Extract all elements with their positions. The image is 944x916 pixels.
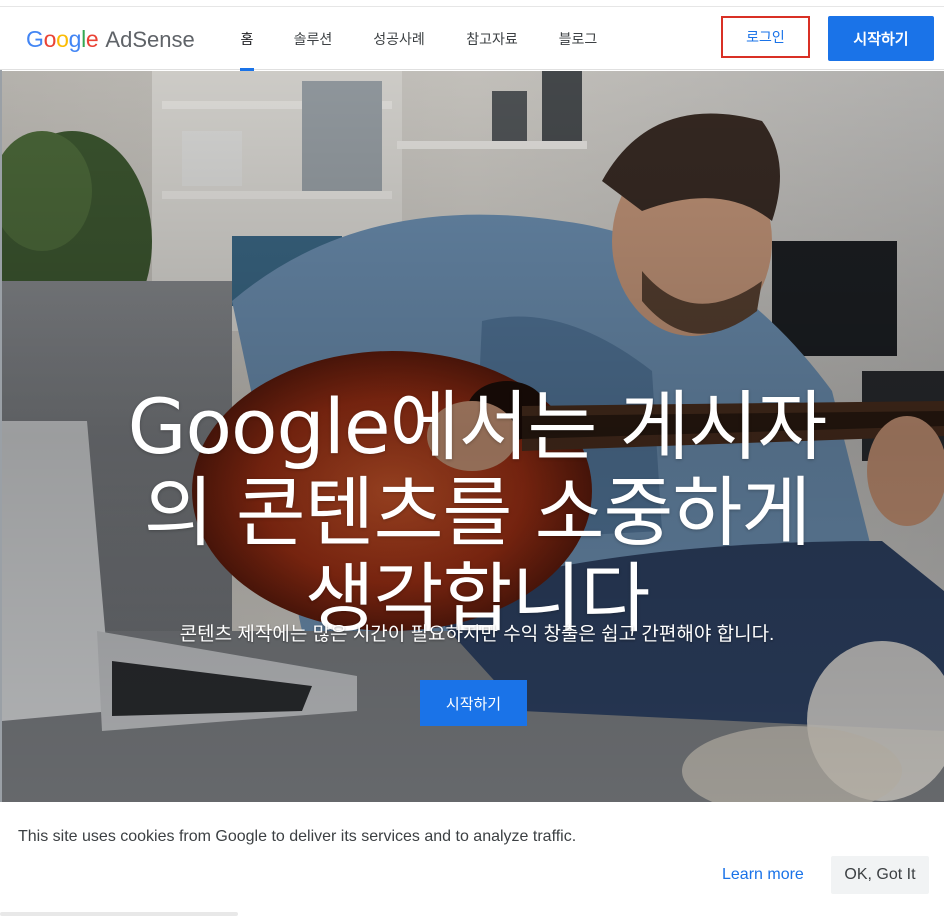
- site-header: Google AdSense 홈 솔루션 성공사례 참고자료 블로그 로그인 시…: [0, 7, 944, 70]
- hero-start-button[interactable]: 시작하기: [420, 680, 527, 726]
- nav-label: 솔루션: [293, 30, 333, 47]
- google-wordmark-letter: o: [43, 26, 57, 52]
- google-wordmark-letter: G: [26, 26, 44, 52]
- nav-item-blog[interactable]: 블로그: [556, 7, 600, 70]
- google-wordmark-letter: g: [68, 26, 82, 52]
- nav-label: 홈: [240, 30, 254, 47]
- google-wordmark: Google: [26, 26, 99, 53]
- main-nav: 홈 솔루션 성공사례 참고자료 블로그: [225, 7, 600, 70]
- hero-title-line: 의 콘텐츠를 소중하게: [143, 467, 812, 557]
- nav-item-resources[interactable]: 참고자료: [463, 7, 521, 70]
- login-button[interactable]: 로그인: [721, 16, 810, 58]
- hero-title: Google에서는 게시자 의 콘텐츠를 소중하게 생각합니다: [72, 381, 882, 642]
- google-wordmark-letter: e: [85, 26, 99, 52]
- nav-label: 참고자료: [466, 30, 518, 47]
- nav-label: 블로그: [558, 30, 598, 47]
- nav-item-success-stories[interactable]: 성공사례: [370, 7, 428, 70]
- cookie-notice-text: This site uses cookies from Google to de…: [18, 828, 577, 845]
- header-start-button[interactable]: 시작하기: [828, 16, 934, 61]
- logo-product-name: AdSense: [105, 27, 195, 52]
- nav-item-home[interactable]: 홈: [225, 7, 269, 70]
- cookie-accept-button[interactable]: OK, Got It: [831, 856, 929, 894]
- learn-more-link[interactable]: Learn more: [722, 866, 804, 884]
- google-wordmark-letter: o: [56, 26, 69, 52]
- hero-title-line: Google에서는 게시자: [127, 381, 828, 471]
- hero-section: Google에서는 게시자 의 콘텐츠를 소중하게 생각합니다 콘텐츠 제작에는…: [2, 71, 944, 802]
- hero-subtitle: 콘텐츠 제작에는 많은 시간이 필요하지만 수익 창출은 쉽고 간편해야 합니다…: [179, 624, 775, 645]
- cookie-banner: This site uses cookies from Google to de…: [0, 802, 944, 916]
- horizontal-scrollbar[interactable]: [0, 912, 238, 916]
- browser-top-edge: [0, 0, 944, 7]
- nav-label: 성공사례: [373, 30, 425, 47]
- adsense-logo[interactable]: Google AdSense: [26, 26, 195, 54]
- nav-item-solutions[interactable]: 솔루션: [291, 7, 335, 70]
